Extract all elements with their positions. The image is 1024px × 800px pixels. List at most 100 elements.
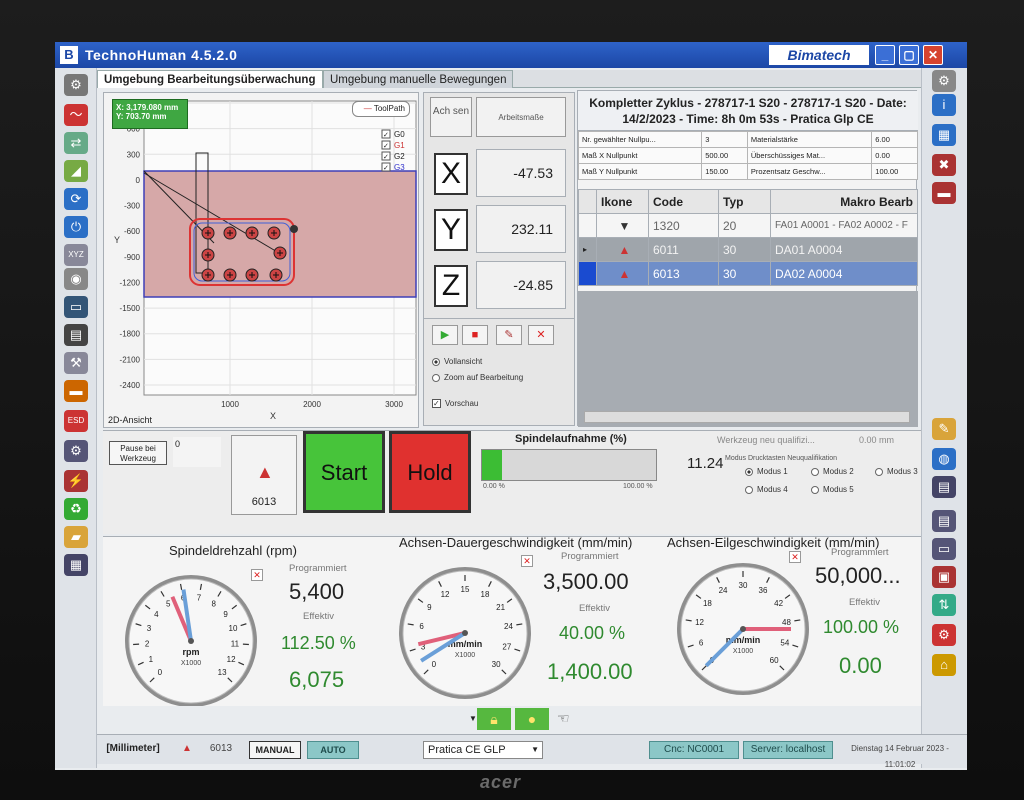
radio-modus-1[interactable]: Modus 1 — [745, 467, 788, 476]
pause-at-tool-button[interactable]: Pause bei Werkzeug — [109, 441, 167, 465]
folder-icon[interactable]: ▰ — [64, 526, 88, 548]
view-tab-2d[interactable]: 2D-Ansicht — [108, 415, 152, 425]
pen-button[interactable]: ✎ — [496, 325, 522, 345]
gauge3-eff-label: Effektiv — [849, 597, 880, 608]
preview-checkbox[interactable]: ✓ Vorschau — [432, 399, 478, 409]
axis-x-value: -47.53 — [476, 149, 566, 197]
radio-modus-4[interactable]: Modus 4 — [745, 485, 788, 494]
lightbulb-icon[interactable]: ● — [515, 708, 549, 730]
delete-tool-icon[interactable]: ✖ — [932, 154, 956, 176]
monitor-icon[interactable]: ▭ — [64, 296, 88, 318]
table-row[interactable]: ▸ ▲ 6011 30 DA01 A0004 — [578, 237, 918, 262]
axis-y-label: Y — [434, 209, 468, 251]
row-selector[interactable] — [578, 213, 597, 238]
machine-select[interactable]: Pratica CE GLP ▼ — [423, 741, 543, 759]
clear-button[interactable]: ✕ — [528, 325, 554, 345]
dropdown-arrow-icon[interactable]: ▼ — [469, 714, 477, 723]
book-icon[interactable]: ▤ — [64, 324, 88, 346]
stop-button[interactable]: ■ — [462, 325, 488, 345]
toolpath-plot[interactable]: 9006003000-300-600-900-1200-1500-1800-21… — [104, 93, 420, 429]
book-blue-icon[interactable]: ▤ — [932, 476, 956, 498]
manual-mode-button[interactable]: MANUAL — [249, 741, 301, 759]
window-icon[interactable]: ▭ — [932, 538, 956, 560]
gauge-tick-label: 30 — [739, 581, 748, 590]
maximize-button[interactable]: ▢ — [899, 45, 919, 65]
padlock-icon[interactable]: 🔒︎ — [477, 708, 511, 730]
pause-value[interactable]: 0 — [173, 437, 221, 467]
x-axis-label: X — [270, 411, 276, 421]
hand-icon[interactable]: ☜ — [557, 710, 570, 727]
tools-icon[interactable]: ⚡ — [64, 470, 88, 492]
col-typ[interactable]: Typ — [718, 189, 771, 214]
radio-modus-2[interactable]: Modus 2 — [811, 467, 854, 476]
refresh-icon[interactable]: ⟳ — [64, 188, 88, 210]
config-icon[interactable]: ⚙ — [64, 440, 88, 462]
toolbox-red-icon[interactable]: ▬ — [932, 182, 956, 204]
transfer-icon[interactable]: ⇅ — [932, 594, 956, 616]
y-axis-label: Y — [114, 235, 120, 245]
gauge3-close-icon[interactable]: ✕ — [789, 551, 801, 563]
table-row[interactable]: ▲ 6013 30 DA02 A0004 — [578, 261, 918, 286]
axis-x-label: X — [434, 153, 468, 195]
row-macro: DA02 A0004 — [770, 261, 918, 286]
grid-icon[interactable]: ▦ — [932, 124, 956, 146]
play-button[interactable]: ▶ — [432, 325, 458, 345]
info-icon[interactable]: i — [932, 94, 956, 116]
gauge2-close-icon[interactable]: ✕ — [521, 555, 533, 567]
gauge-hub — [740, 626, 746, 632]
radio-modus-5[interactable]: Modus 5 — [811, 485, 854, 494]
triangle-icon[interactable]: ◢ — [64, 160, 88, 182]
row-macro: FA01 A0001 - FA02 A0002 - F — [770, 213, 918, 238]
wrench-icon[interactable]: ⚒ — [64, 352, 88, 374]
toolpath-toggle[interactable]: — ToolPath — [352, 101, 410, 117]
gauge-tick-label: 60 — [770, 656, 779, 665]
radio-modus-3[interactable]: Modus 3 — [875, 467, 918, 476]
tool-change-icon[interactable]: ⇄ — [64, 132, 88, 154]
radio-zoom[interactable]: Zoom auf Bearbeitung — [432, 373, 523, 382]
row-selector[interactable]: ▸ — [578, 237, 597, 262]
lock-icon[interactable]: ⌂ — [932, 654, 956, 676]
recycle-icon[interactable]: ♻ — [64, 498, 88, 520]
hold-button[interactable]: Hold — [389, 431, 471, 513]
minimize-button[interactable]: _ — [875, 45, 895, 65]
gear-icon[interactable]: ⚙ — [932, 70, 956, 92]
toolbox-icon[interactable]: ▬ — [64, 380, 88, 402]
row-selector[interactable] — [578, 261, 597, 286]
oscilloscope-icon[interactable]: 〜 — [64, 104, 88, 126]
y-tick-label: -1800 — [120, 330, 141, 339]
settings-red-icon[interactable]: ⚙ — [932, 624, 956, 646]
window-close-icon[interactable]: ▣ — [932, 566, 956, 588]
radio-full-view[interactable]: Vollansicht — [432, 357, 482, 366]
start-button[interactable]: Start — [303, 431, 385, 513]
legend-check: ✓ — [383, 154, 389, 161]
monitor-brand: acer — [480, 772, 522, 792]
table-row[interactable]: ▼ 1320 20 FA01 A0001 - FA02 A0002 - F — [578, 213, 918, 238]
param-row: Nr. gewählter Nullpu... 3 Materialstärke 6… — [577, 131, 918, 148]
webcam-icon[interactable]: ◉ — [64, 268, 88, 290]
tab-monitoring[interactable]: Umgebung Bearbeitungsüberwachung — [97, 70, 323, 88]
gauge1-close-icon[interactable]: ✕ — [251, 569, 263, 581]
window-list-icon[interactable]: ▤ — [932, 510, 956, 532]
settings-gear-icon[interactable]: ⚙ — [64, 74, 88, 96]
current-tool-box: ▲ 6013 — [231, 435, 297, 515]
cycle-title: Kompletter Zyklus - 278717-1 S20 - 27871… — [578, 91, 918, 131]
col-ikone[interactable]: Ikone — [596, 189, 649, 214]
esd-icon[interactable]: ESD — [64, 410, 88, 432]
machine-controls: Pause bei Werkzeug 0 ▲ 6013 Start Hold S… — [103, 430, 921, 534]
col-code[interactable]: Code — [648, 189, 719, 214]
calculator-icon[interactable]: ▦ — [64, 554, 88, 576]
tab-manual-moves[interactable]: Umgebung manuelle Bewegungen — [323, 70, 514, 88]
globe-icon[interactable]: ◍ — [932, 448, 956, 470]
tool-requalify-value: 0.00 mm — [859, 435, 895, 445]
y-tick-label: -2100 — [120, 355, 141, 364]
drill-tool-icon: ▲ — [596, 261, 649, 286]
power-icon[interactable]: ⏻ — [64, 216, 88, 238]
auto-mode-button[interactable]: AUTO — [307, 741, 359, 759]
xyz-axes-icon[interactable]: XYZ — [64, 244, 88, 266]
bottom-toolbar: ▼ 🔒︎ ● ☜ — [97, 706, 921, 732]
notes-icon[interactable]: ✎ — [932, 418, 956, 440]
col-macro[interactable]: Makro Bearb — [770, 189, 918, 214]
close-button[interactable]: ✕ — [923, 45, 943, 65]
gauge-tick-label: 10 — [229, 624, 238, 633]
horizontal-scrollbar[interactable] — [584, 411, 910, 423]
